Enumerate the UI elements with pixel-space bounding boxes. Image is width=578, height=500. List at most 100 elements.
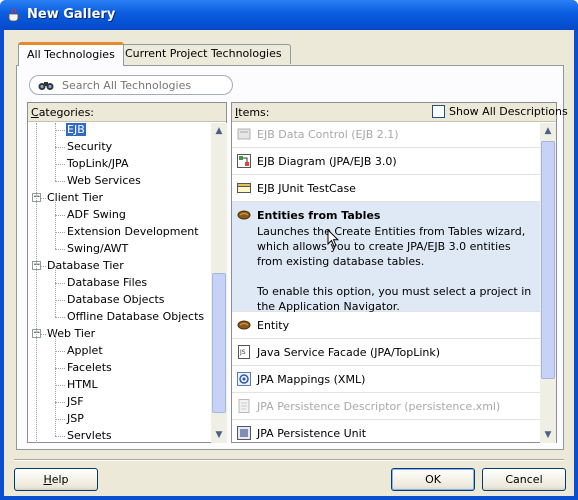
- tree-connector: [55, 130, 65, 131]
- tree-connector: [55, 283, 65, 284]
- title-bar[interactable]: New Gallery: [0, 0, 578, 30]
- tree-connector: [55, 334, 56, 436]
- scroll-down-arrow-icon[interactable]: ▼: [540, 427, 556, 443]
- tree-connector: [55, 300, 65, 301]
- tree-item-label: Applet: [67, 344, 103, 357]
- gallery-item-name: EJB Data Control (EJB 2.1): [257, 128, 399, 141]
- tree-item[interactable]: TopLink/JPA: [66, 155, 130, 172]
- facade-icon: JS: [237, 345, 251, 359]
- tree-item[interactable]: Facelets: [66, 359, 113, 376]
- tree-item[interactable]: Offline Database Objects: [66, 308, 205, 325]
- search-box[interactable]: [29, 75, 233, 95]
- help-button[interactable]: Help: [14, 468, 98, 491]
- tree-item-label: JSF: [67, 395, 84, 408]
- ok-button[interactable]: OK: [391, 468, 475, 491]
- tree-connector: [55, 368, 65, 369]
- tree-connector: [55, 402, 65, 403]
- tree-item[interactable]: EJB: [66, 123, 86, 138]
- tree-item[interactable]: Servlets: [66, 427, 113, 443]
- tree-item[interactable]: Applet: [66, 342, 104, 359]
- tab-current-project-technologies[interactable]: Current Project Technologies: [116, 44, 291, 64]
- categories-label-mnemonic: C: [31, 106, 39, 119]
- tree-connector: [55, 198, 56, 249]
- tree-item[interactable]: Swing/AWT: [66, 240, 129, 257]
- tree-item[interactable]: HTML: [66, 376, 99, 393]
- tree-item-label: HTML: [67, 378, 98, 391]
- gallery-item-name: JPA Mappings (XML): [257, 373, 366, 386]
- bean-icon: [237, 208, 251, 222]
- tab-all-technologies[interactable]: All Technologies: [18, 42, 124, 66]
- tree-connector: [55, 436, 65, 437]
- gallery-item[interactable]: EJB Diagram (JPA/EJB 3.0): [232, 148, 540, 175]
- categories-label: Categories:: [31, 106, 94, 119]
- items-list[interactable]: EJB Data Control (EJB 2.1) EJB Diagram (J…: [232, 123, 540, 443]
- tree-connector: [55, 249, 65, 250]
- scroll-thumb[interactable]: [541, 141, 555, 379]
- tree-connector: [55, 164, 65, 165]
- tree-connector: [55, 351, 65, 352]
- tree-item-label: Facelets: [67, 361, 112, 374]
- scroll-up-arrow-icon[interactable]: ▲: [211, 123, 227, 139]
- gallery-item[interactable]: JPA Persistence Descriptor (persistence.…: [232, 393, 540, 420]
- svg-text:JS: JS: [239, 349, 246, 356]
- tree-item-label: Web Services: [67, 174, 141, 187]
- items-scrollbar[interactable]: ▲ ▼: [540, 123, 556, 443]
- gallery-item[interactable]: EJB JUnit TestCase: [232, 175, 540, 202]
- tree-item-label: Database Objects: [67, 293, 165, 306]
- categories-header: Categories:: [28, 103, 226, 122]
- descriptor-icon: [237, 399, 251, 413]
- gallery-item-name: EJB Diagram (JPA/EJB 3.0): [257, 155, 397, 168]
- tree-item-label: Database Tier: [47, 259, 124, 272]
- search-input[interactable]: [62, 78, 227, 92]
- items-label: Items:: [235, 106, 269, 119]
- scroll-up-arrow-icon[interactable]: ▲: [540, 123, 556, 139]
- tree-connector: [55, 123, 56, 181]
- tree-item-label: Swing/AWT: [67, 242, 129, 255]
- ejb-data-control-icon: [237, 127, 251, 141]
- tree-item[interactable]: ADF Swing: [66, 206, 127, 223]
- gallery-item[interactable]: Entity: [232, 312, 540, 339]
- categories-tree[interactable]: EJB Security TopLink/JPA Web Services Client…: [28, 123, 211, 443]
- tab-panel: Categories: EJB Security TopLink/JPA Web Se…: [16, 65, 568, 450]
- gallery-item[interactable]: JS Java Service Facade (JPA/TopLink): [232, 339, 540, 366]
- gallery-item-name: Entities from Tables: [257, 209, 381, 222]
- categories-label-text: ategories:: [38, 106, 95, 119]
- gallery-item[interactable]: Entities from Tables Launches the Create …: [232, 202, 540, 313]
- tree-item[interactable]: Security: [66, 138, 113, 155]
- tree-item[interactable]: Extension Development: [66, 223, 200, 240]
- tree-connector: [55, 232, 65, 233]
- binoculars-icon: [38, 82, 54, 90]
- tree-item-label: Offline Database Objects: [67, 310, 205, 323]
- tree-item-label: Web Tier: [47, 327, 96, 340]
- gallery-item-name: Entity: [257, 319, 290, 332]
- gallery-item[interactable]: JPA Mappings (XML): [232, 366, 540, 393]
- gallery-item-name: JPA Persistence Descriptor (persistence.…: [257, 400, 501, 413]
- jdeveloper-cup-icon: [8, 8, 21, 22]
- persistence-unit-icon: [237, 426, 251, 440]
- checkbox-box[interactable]: [432, 105, 445, 118]
- tree-item[interactable]: JSF: [66, 393, 85, 410]
- mouse-cursor-icon: [327, 229, 339, 248]
- tree-connector: [55, 266, 56, 317]
- scroll-thumb[interactable]: [212, 273, 226, 413]
- categories-scrollbar[interactable]: ▲ ▼: [211, 123, 227, 443]
- window-title: New Gallery: [27, 7, 116, 22]
- tree-item-label: ADF Swing: [67, 208, 126, 221]
- cancel-button[interactable]: Cancel: [482, 468, 566, 491]
- gallery-item-name: Java Service Facade (JPA/TopLink): [257, 346, 441, 359]
- tree-item-label: EJB: [66, 123, 86, 136]
- tree-item[interactable]: JSP: [66, 410, 85, 427]
- tree-item[interactable]: Database Files: [66, 274, 148, 291]
- tree-item-label: Extension Development: [67, 225, 199, 238]
- bean-icon: [237, 318, 251, 332]
- gallery-item[interactable]: EJB Data Control (EJB 2.1): [232, 123, 540, 148]
- description-paragraph: Launches the Create Entities from Tables…: [257, 225, 526, 268]
- gallery-item[interactable]: JPA Persistence Unit: [232, 420, 540, 443]
- tree-item[interactable]: Database Tier: [46, 257, 125, 274]
- scroll-down-arrow-icon[interactable]: ▼: [211, 427, 227, 443]
- tree-item[interactable]: Web Tier: [46, 325, 96, 342]
- tree-item[interactable]: Web Services: [66, 172, 142, 189]
- tree-item[interactable]: Database Objects: [66, 291, 166, 308]
- show-all-descriptions-checkbox[interactable]: Show All Descriptions: [432, 105, 568, 118]
- tree-connector: [55, 317, 65, 318]
